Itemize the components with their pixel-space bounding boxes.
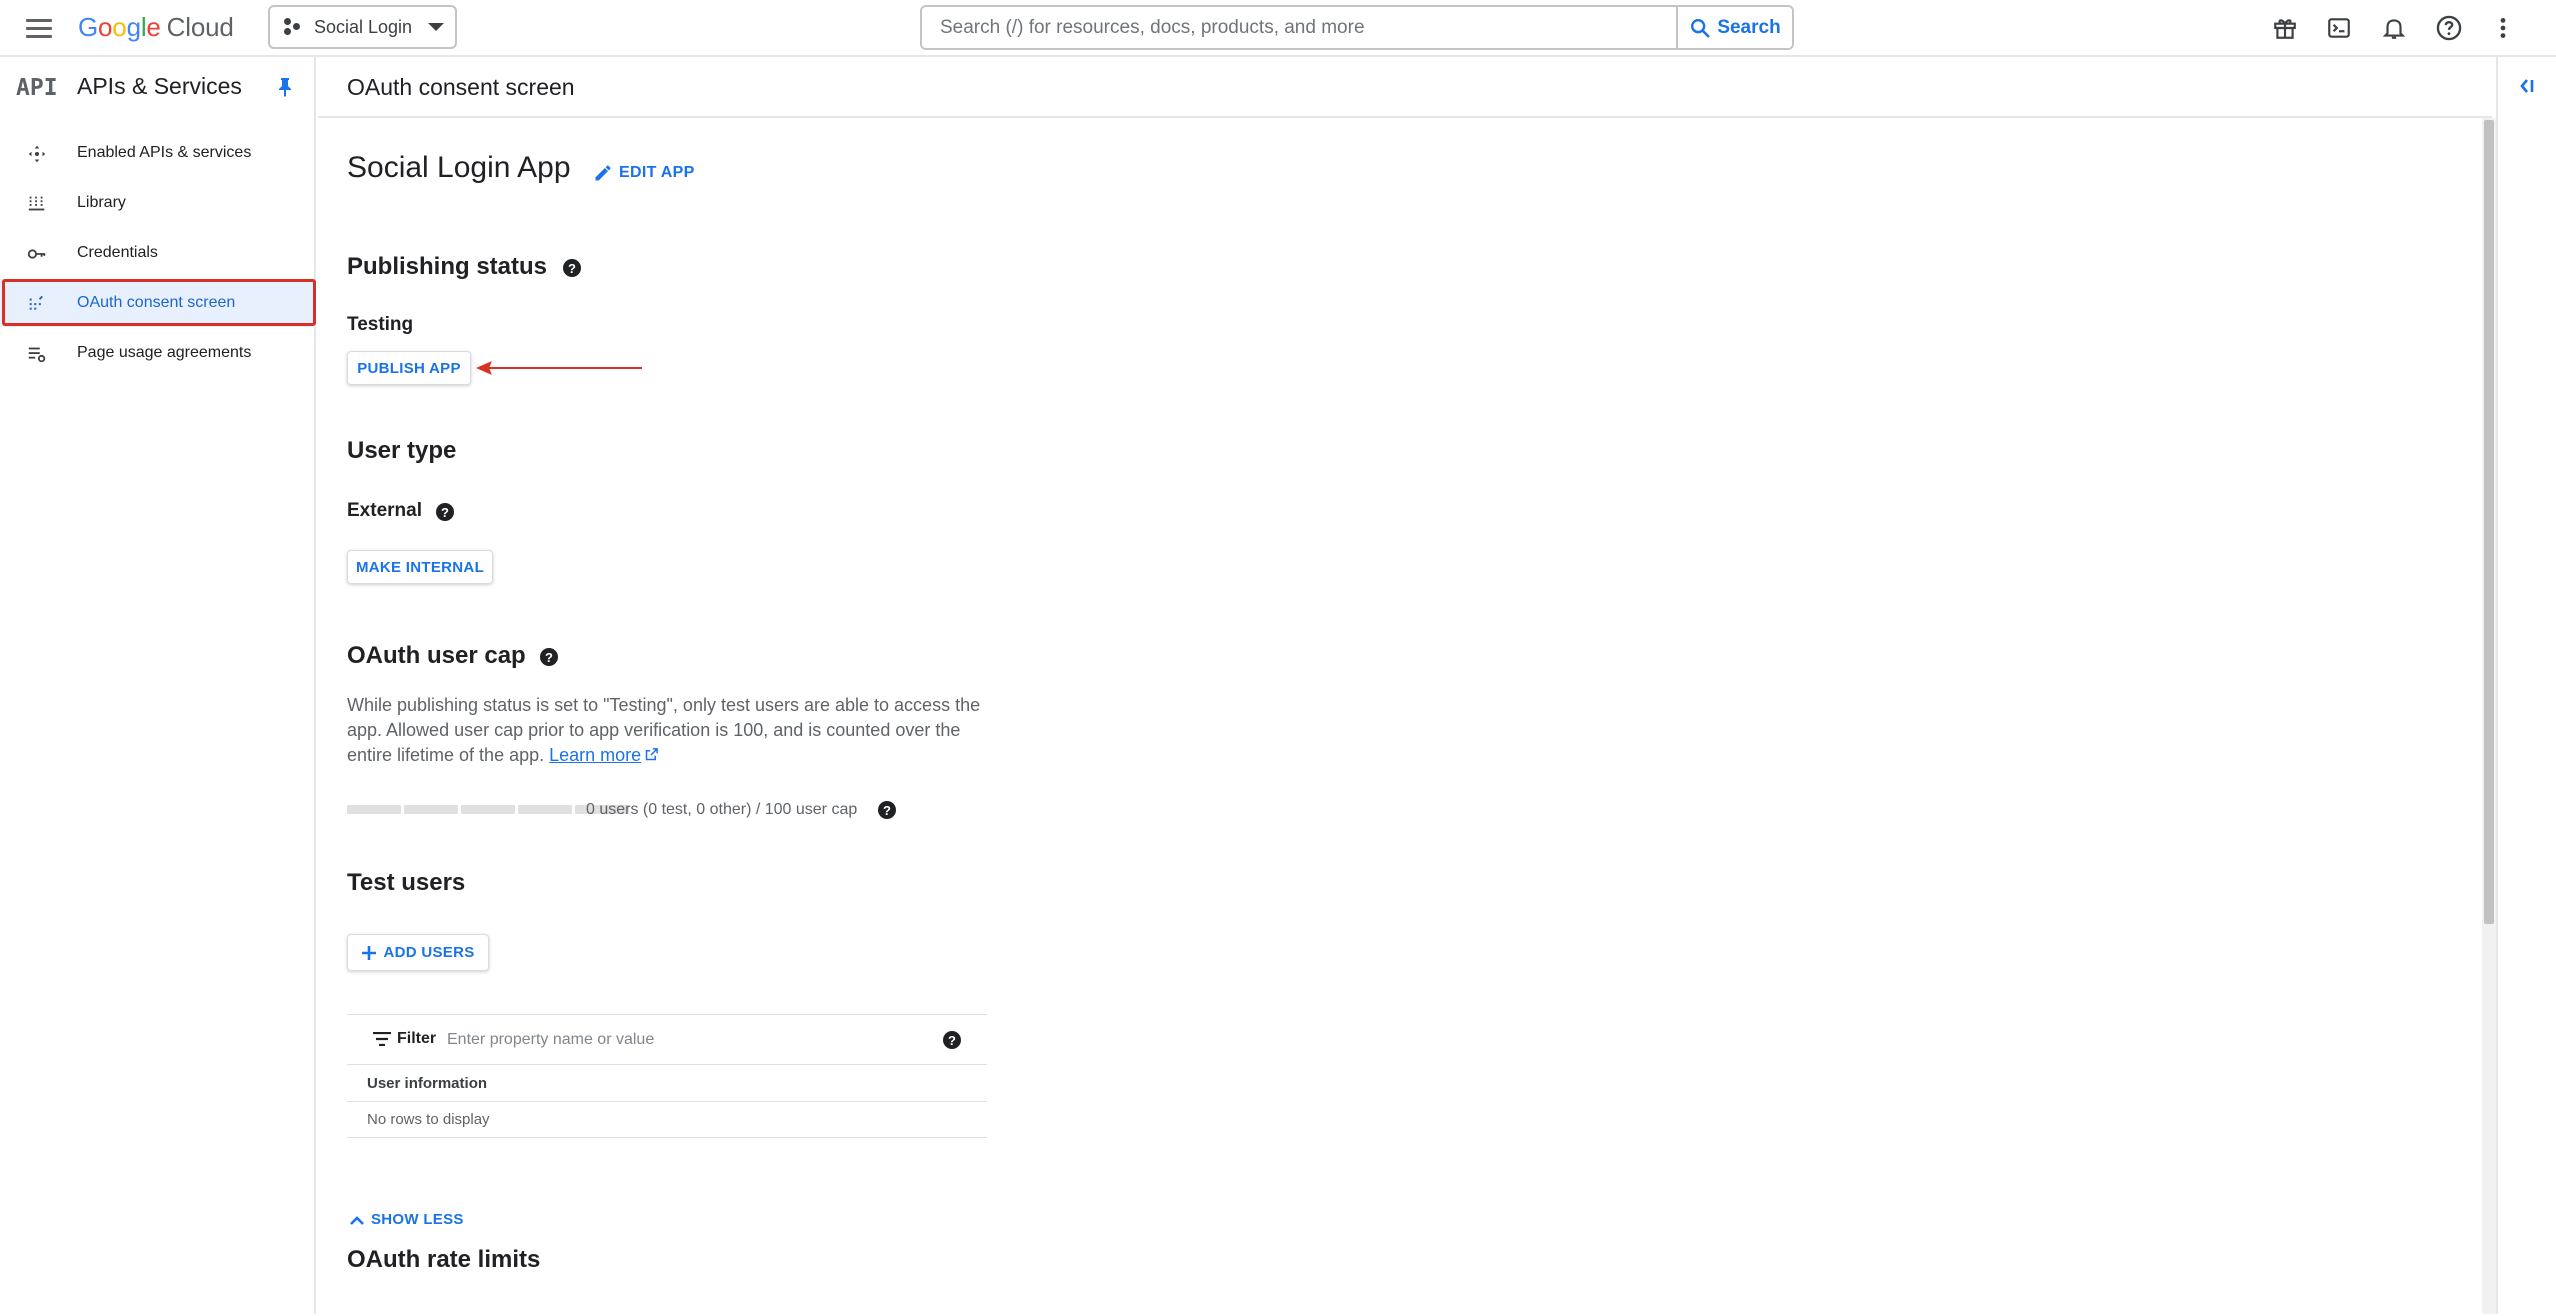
test-users-title: Test users	[347, 869, 466, 896]
logo-letter: g	[126, 12, 141, 42]
filter-bar: Filter ?	[347, 1015, 987, 1065]
terminal-icon[interactable]	[2322, 11, 2356, 45]
plus-icon	[362, 945, 377, 960]
filter-icon[interactable]	[373, 1032, 391, 1046]
chevron-up-icon	[350, 1215, 364, 1225]
table-header-row: User information	[347, 1065, 987, 1102]
publish-app-button[interactable]: PUBLISH APP	[347, 351, 471, 385]
oauth-rate-limits-title: OAuth rate limits	[347, 1246, 541, 1273]
caret-down-icon	[428, 23, 445, 31]
sidebar-item-oauth-consent[interactable]: OAuth consent screen	[0, 279, 316, 327]
project-picker[interactable]: Social Login	[268, 5, 457, 49]
user-type-value: External	[347, 500, 422, 521]
search-button-label: Search	[1717, 16, 1781, 38]
right-rail	[2496, 57, 2556, 1314]
sidebar: API APIs & Services Enabled APIs & servi…	[0, 57, 316, 1314]
project-icon	[284, 18, 302, 36]
filter-input[interactable]	[447, 1027, 907, 1053]
pin-icon[interactable]	[276, 77, 294, 102]
publishing-status-value: Testing	[347, 314, 414, 335]
more-vert-icon[interactable]	[2490, 11, 2516, 45]
external-link-icon	[645, 748, 659, 761]
user-type-title: User type	[347, 437, 457, 464]
agreements-icon	[28, 347, 46, 363]
logo-suffix: Cloud	[166, 12, 234, 42]
consent-icon	[29, 295, 43, 310]
sidebar-item-label: Credentials	[77, 244, 158, 261]
logo-letter: e	[146, 12, 161, 42]
show-less-label: SHOW LESS	[371, 1211, 464, 1228]
sidebar-item-label: Library	[77, 194, 126, 211]
help-circle-icon[interactable]: ?	[436, 503, 454, 521]
top-bar: Google Cloud Social Login Search	[0, 0, 2556, 57]
learn-more-label: Learn more	[549, 745, 642, 765]
page-header: OAuth consent screen	[318, 57, 2492, 118]
project-name: Social Login	[314, 16, 413, 37]
page-title: OAuth consent screen	[347, 74, 575, 100]
logo-letter: G	[78, 12, 99, 42]
library-icon	[28, 196, 45, 211]
sidebar-title: APIs & Services	[77, 73, 242, 99]
add-users-label: ADD USERS	[383, 944, 475, 961]
filter-label: Filter	[397, 1030, 437, 1047]
gift-icon[interactable]	[2268, 11, 2302, 45]
test-users-table: Filter ? User information No rows to dis…	[347, 1014, 987, 1138]
sidebar-item-label: Enabled APIs & services	[77, 144, 252, 161]
key-icon	[27, 249, 46, 259]
search-button[interactable]: Search	[1676, 7, 1792, 48]
search-input[interactable]	[922, 7, 1676, 48]
main-menu-icon[interactable]	[24, 16, 54, 40]
enabled-apis-icon	[28, 145, 46, 163]
sidebar-item-label: OAuth consent screen	[77, 294, 236, 311]
api-badge-icon: API	[16, 75, 58, 101]
sidebar-item-page-usage-agreements[interactable]: Page usage agreements	[0, 329, 316, 377]
make-internal-button[interactable]: MAKE INTERNAL	[347, 550, 493, 584]
oauth-user-cap-title: OAuth user cap	[347, 642, 526, 669]
table-empty-row: No rows to display	[347, 1102, 987, 1138]
bell-icon[interactable]	[2377, 11, 2411, 45]
pencil-icon	[595, 165, 611, 181]
edit-app-label: EDIT APP	[619, 164, 695, 181]
show-less-button[interactable]: SHOW LESS	[349, 1211, 464, 1228]
add-users-button[interactable]: ADD USERS	[347, 934, 489, 971]
help-circle-icon[interactable]: ?	[540, 648, 558, 666]
column-header-user-information[interactable]: User information	[367, 1075, 487, 1092]
app-name: Social Login App	[347, 151, 571, 184]
logo-letter: o	[98, 12, 113, 42]
sidebar-item-credentials[interactable]: Credentials	[0, 229, 316, 277]
empty-table-text: No rows to display	[367, 1111, 490, 1128]
annotation-arrow	[476, 361, 642, 375]
help-icon[interactable]	[2432, 11, 2466, 45]
help-circle-icon[interactable]: ?	[943, 1031, 961, 1049]
user-cap-usage: 0 users (0 test, 0 other) / 100 user cap	[586, 801, 858, 818]
logo-letter: o	[112, 12, 127, 42]
edit-app-button[interactable]: EDIT APP	[593, 163, 695, 183]
google-cloud-logo[interactable]: Google Cloud	[78, 12, 234, 43]
sidebar-item-library[interactable]: Library	[0, 179, 316, 227]
sidebar-item-enabled-apis[interactable]: Enabled APIs & services	[0, 129, 316, 177]
user-cap-description-text: While publishing status is set to "Testi…	[347, 695, 981, 765]
sidebar-header: API APIs & Services	[0, 57, 314, 117]
sidebar-item-label: Page usage agreements	[77, 344, 252, 361]
scrollbar-thumb[interactable]	[2484, 120, 2494, 924]
learn-more-link[interactable]: Learn more	[549, 745, 641, 765]
search-icon	[1691, 18, 1710, 38]
user-cap-description: While publishing status is set to "Testi…	[347, 693, 997, 768]
help-circle-icon[interactable]: ?	[563, 259, 581, 277]
search-box: Search	[920, 5, 1794, 50]
publishing-status-title: Publishing status	[347, 253, 548, 280]
expand-panel-icon[interactable]	[2516, 77, 2536, 100]
help-circle-icon[interactable]: ?	[878, 801, 896, 819]
